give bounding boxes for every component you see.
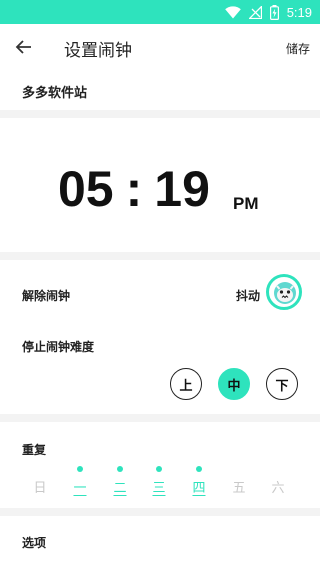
difficulty-label: 停止闹钟难度 [22, 340, 95, 354]
weekday-wed[interactable]: 三 [149, 466, 169, 496]
weekday-label: 三 [152, 481, 166, 496]
weekday-label: 四 [192, 481, 206, 496]
difficulty-medium-button[interactable]: 中 [218, 368, 250, 400]
save-button[interactable]: 储存 [286, 40, 310, 57]
status-bar: 5:19 [0, 0, 320, 24]
weekday-label: 二 [113, 481, 127, 496]
monster-face-icon [274, 282, 296, 304]
section-divider [0, 414, 320, 422]
weekday-label: 一 [73, 481, 87, 496]
app-bar: 设置闹钟 储存 [0, 24, 320, 70]
weekday-sat[interactable]: 六 [268, 466, 288, 496]
options-label[interactable]: 选项 [22, 534, 46, 551]
time-separator: : [125, 161, 143, 217]
repeat-label: 重复 [22, 443, 47, 457]
minute-value[interactable]: 19 [154, 160, 210, 218]
status-icons: 5:19 [224, 0, 312, 24]
dismiss-method-value[interactable]: 抖动 [236, 287, 260, 304]
difficulty-easy-button[interactable]: 下 [266, 368, 298, 400]
weekday-tue[interactable]: 二 [110, 466, 130, 496]
day-selected-dot [236, 466, 242, 472]
dismiss-method-button[interactable] [266, 274, 302, 310]
section-divider [0, 252, 320, 260]
ampm-indicator[interactable]: PM [233, 194, 259, 214]
dismiss-label: 解除闹钟 [22, 289, 71, 303]
weekday-label: 六 [271, 481, 285, 496]
weekday-label: 五 [232, 481, 246, 496]
day-selected-dot [37, 466, 43, 472]
no-signal-icon [248, 5, 262, 19]
weekday-fri[interactable]: 五 [229, 466, 249, 496]
back-arrow-icon[interactable] [14, 37, 34, 57]
day-selected-dot [275, 466, 281, 472]
section-divider [0, 508, 320, 516]
alarm-name: 多多软件站 [22, 86, 88, 101]
day-selected-dot [117, 466, 123, 472]
day-selected-dot [156, 466, 162, 472]
status-time: 5:19 [286, 4, 312, 20]
weekday-thu[interactable]: 四 [189, 466, 209, 496]
time-picker[interactable]: 05 : 19 PM [0, 118, 320, 252]
weekday-sun[interactable]: 日 [30, 466, 50, 496]
time-display[interactable]: 05 : 19 [58, 160, 210, 218]
wifi-icon [224, 5, 241, 19]
day-selected-dot [77, 466, 83, 472]
hour-value[interactable]: 05 [58, 160, 114, 218]
weekday-label: 日 [33, 481, 47, 496]
section-divider [0, 110, 320, 118]
alarm-name-row[interactable]: 多多软件站 [0, 70, 320, 110]
page-title: 设置闹钟 [64, 41, 132, 61]
difficulty-hard-button[interactable]: 上 [170, 368, 202, 400]
weekday-mon[interactable]: 一 [70, 466, 90, 496]
battery-charging-icon [269, 4, 279, 20]
day-selected-dot [196, 466, 202, 472]
